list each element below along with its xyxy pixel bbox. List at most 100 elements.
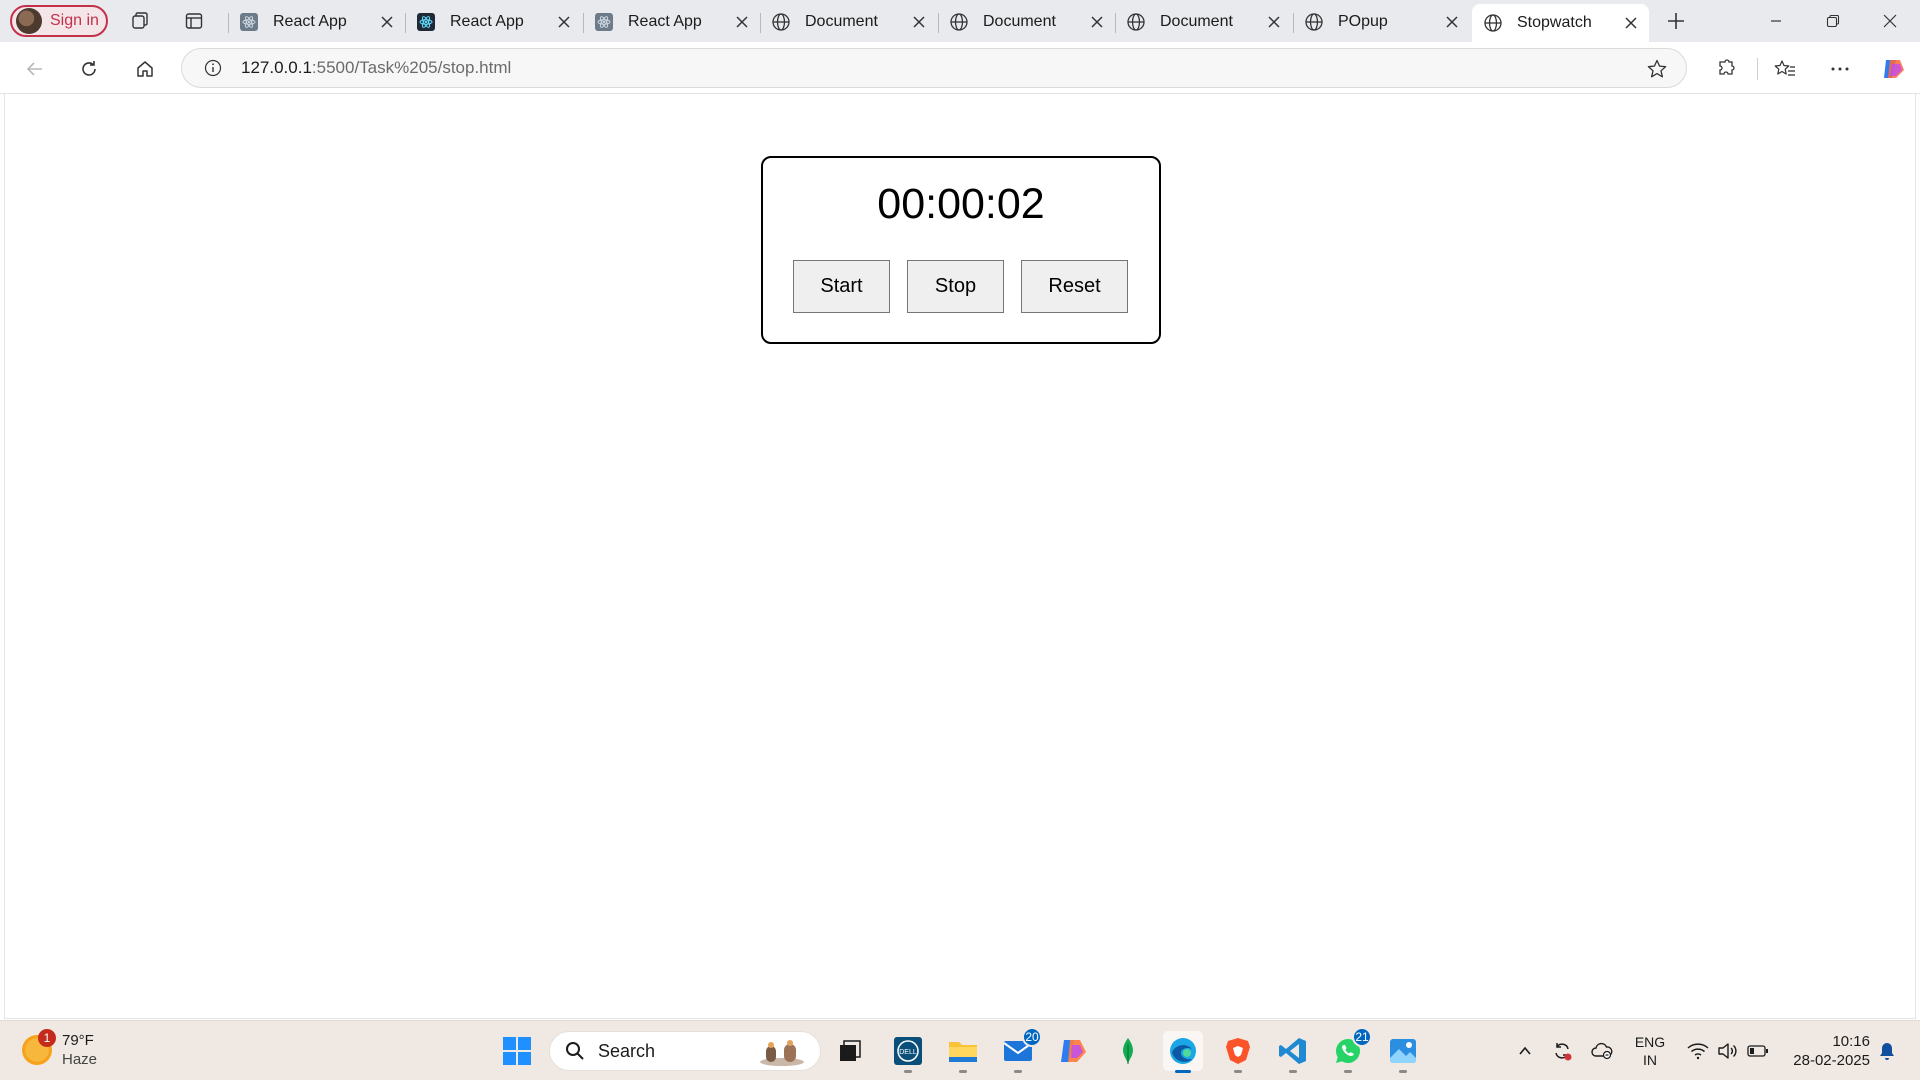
mongodb-compass-icon[interactable]: [1108, 1031, 1148, 1071]
tab-separator: [938, 13, 939, 33]
sync-icon[interactable]: [1547, 1021, 1577, 1080]
tab-separator: [760, 13, 761, 33]
close-icon[interactable]: [1440, 10, 1464, 34]
volume-icon[interactable]: [1713, 1021, 1743, 1080]
language-indicator[interactable]: ENG IN: [1630, 1021, 1670, 1080]
react-icon: [416, 12, 436, 32]
search-icon: [564, 1040, 586, 1062]
whatsapp-icon[interactable]: 21: [1328, 1027, 1372, 1073]
workspaces-icon[interactable]: [129, 9, 153, 33]
weather-badge: 1: [38, 1029, 56, 1047]
taskbar: 1 79°F Haze Search DELL 20 21 ENG IN 10:…: [0, 1020, 1920, 1080]
sign-in-button[interactable]: Sign in: [10, 5, 108, 37]
address-bar[interactable]: 127.0.0.1:5500/Task%205/stop.html: [181, 48, 1687, 88]
language-line2: IN: [1643, 1052, 1657, 1068]
globe-icon: [949, 12, 969, 32]
tab-separator: [1293, 13, 1294, 33]
url-path: :5500/Task%205/stop.html: [311, 58, 512, 77]
close-icon[interactable]: [552, 10, 576, 34]
tab-separator: [583, 13, 584, 33]
close-icon[interactable]: [375, 10, 399, 34]
refresh-icon[interactable]: [74, 54, 104, 84]
battery-icon[interactable]: [1743, 1021, 1773, 1080]
start-menu-icon[interactable]: [497, 1031, 537, 1071]
close-icon[interactable]: [1085, 10, 1109, 34]
tab-react-app-2[interactable]: React App: [405, 4, 582, 40]
close-icon[interactable]: [1619, 11, 1643, 35]
page-viewport: 00:00:02 Start Stop Reset: [4, 94, 1916, 1019]
system-clock[interactable]: 10:16 28-02-2025: [1780, 1021, 1870, 1080]
more-options-icon[interactable]: [1825, 54, 1855, 84]
weather-widget[interactable]: 1 79°F Haze: [22, 1029, 98, 1069]
minimize-icon[interactable]: [1753, 8, 1799, 34]
search-highlight-icon: [760, 1040, 804, 1066]
taskbar-search[interactable]: Search: [549, 1031, 821, 1071]
react-icon: [594, 12, 614, 32]
extensions-icon[interactable]: [1710, 54, 1740, 84]
react-icon: [239, 12, 259, 32]
favorites-icon[interactable]: [1770, 54, 1800, 84]
language-line1: ENG: [1634, 1034, 1666, 1050]
toolbar-divider: [1757, 58, 1758, 80]
back-icon[interactable]: [20, 54, 50, 84]
tab-popup[interactable]: POpup: [1293, 4, 1470, 40]
notification-bell-icon[interactable]: [1872, 1021, 1902, 1080]
browser-toolbar: 127.0.0.1:5500/Task%205/stop.html: [0, 42, 1920, 94]
svg-text:DELL: DELL: [899, 1049, 917, 1056]
file-explorer-icon[interactable]: [943, 1031, 983, 1073]
tab-document-1[interactable]: Document: [760, 4, 937, 40]
task-view-icon[interactable]: [830, 1031, 870, 1071]
sign-in-label: Sign in: [50, 12, 99, 29]
window-close-icon[interactable]: [1867, 8, 1913, 34]
stopwatch-display: 00:00:02: [877, 180, 1045, 228]
stopwatch-container: 00:00:02 Start Stop Reset: [761, 156, 1161, 344]
tab-react-app-3[interactable]: React App: [583, 4, 760, 40]
close-icon[interactable]: [730, 10, 754, 34]
globe-icon: [1483, 13, 1503, 33]
show-hidden-icons-icon[interactable]: [1510, 1021, 1540, 1080]
reset-button[interactable]: Reset: [1021, 260, 1128, 313]
edge-browser-icon[interactable]: [1163, 1031, 1203, 1073]
home-icon[interactable]: [130, 54, 160, 84]
url-text: 127.0.0.1:5500/Task%205/stop.html: [241, 58, 511, 78]
site-info-icon[interactable]: [199, 54, 227, 82]
dell-app-icon[interactable]: DELL: [888, 1031, 928, 1073]
globe-icon: [1304, 12, 1324, 32]
photos-app-icon[interactable]: [1383, 1031, 1423, 1073]
close-icon[interactable]: [907, 10, 931, 34]
start-button[interactable]: Start: [793, 260, 890, 313]
close-icon[interactable]: [1262, 10, 1286, 34]
vscode-icon[interactable]: [1273, 1031, 1313, 1073]
tab-separator: [405, 13, 406, 33]
favorite-star-icon[interactable]: [1646, 58, 1668, 85]
tab-title: React App: [628, 13, 702, 30]
copilot-app-icon[interactable]: [1053, 1031, 1093, 1071]
onedrive-icon[interactable]: [1587, 1021, 1617, 1080]
copilot-icon[interactable]: [1878, 54, 1908, 84]
mail-badge: 20: [1022, 1027, 1042, 1047]
tab-document-3[interactable]: Document: [1115, 4, 1292, 40]
wifi-icon[interactable]: [1683, 1021, 1713, 1080]
tab-document-2[interactable]: Document: [938, 4, 1115, 40]
brave-browser-icon[interactable]: [1218, 1031, 1258, 1073]
restore-icon[interactable]: [1810, 8, 1856, 34]
globe-icon: [771, 12, 791, 32]
stop-button[interactable]: Stop: [907, 260, 1004, 313]
tab-title: React App: [450, 13, 524, 30]
tab-strip: Sign in React App React App React App Do…: [0, 0, 1920, 42]
tab-react-app-1[interactable]: React App: [228, 4, 405, 40]
tab-stopwatch[interactable]: Stopwatch: [1472, 4, 1649, 42]
weather-condition: Haze: [62, 1051, 98, 1068]
weather-sun-icon: 1: [22, 1029, 56, 1065]
tab-title: Document: [805, 13, 878, 30]
search-label: Search: [598, 1040, 656, 1061]
globe-icon: [1126, 12, 1146, 32]
tab-separator: [228, 13, 229, 33]
url-host: 127.0.0.1: [241, 58, 312, 77]
tab-actions-icon[interactable]: [182, 9, 206, 33]
new-tab-icon[interactable]: [1664, 9, 1688, 33]
tab-title: Document: [983, 13, 1056, 30]
tab-title: Document: [1160, 13, 1233, 30]
mail-icon[interactable]: 20: [998, 1027, 1042, 1073]
tab-title: Stopwatch: [1517, 14, 1592, 31]
